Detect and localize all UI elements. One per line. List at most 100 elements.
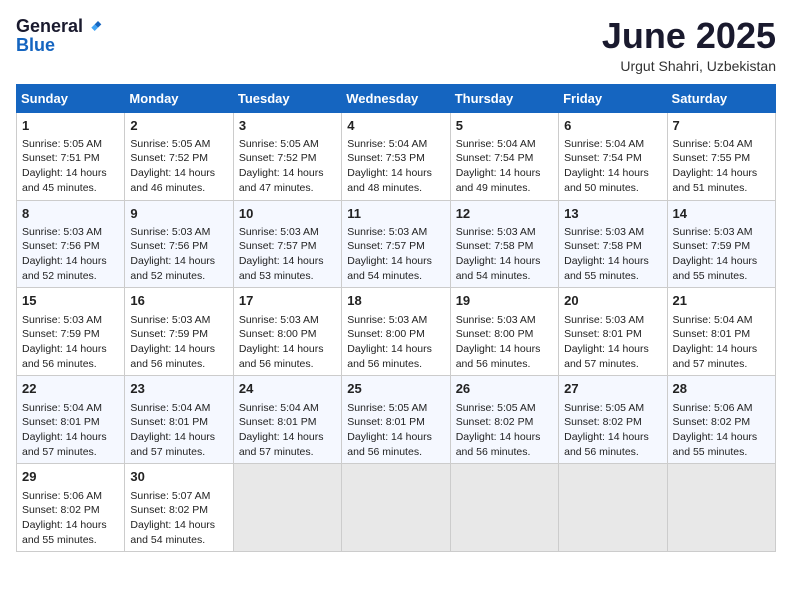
- table-row: 2 Sunrise: 5:05 AMSunset: 7:52 PMDaylight…: [125, 112, 233, 200]
- col-wednesday: Wednesday: [342, 84, 450, 112]
- table-row: 14 Sunrise: 5:03 AMSunset: 7:59 PMDayligh…: [667, 200, 775, 288]
- calendar-week-row: 8 Sunrise: 5:03 AMSunset: 7:56 PMDaylight…: [17, 200, 776, 288]
- logo-blue: Blue: [16, 35, 55, 55]
- day-number: 4: [347, 117, 444, 135]
- header-row: Sunday Monday Tuesday Wednesday Thursday…: [17, 84, 776, 112]
- table-row: 5 Sunrise: 5:04 AMSunset: 7:54 PMDaylight…: [450, 112, 558, 200]
- table-row: [667, 464, 775, 552]
- table-row: 13 Sunrise: 5:03 AMSunset: 7:58 PMDayligh…: [559, 200, 667, 288]
- day-info: Sunrise: 5:03 AMSunset: 7:58 PMDaylight:…: [564, 226, 649, 282]
- day-info: Sunrise: 5:03 AMSunset: 7:59 PMDaylight:…: [22, 314, 107, 370]
- day-number: 8: [22, 205, 119, 223]
- day-number: 14: [673, 205, 770, 223]
- logo: General Blue: [16, 16, 103, 56]
- day-info: Sunrise: 5:05 AMSunset: 7:51 PMDaylight:…: [22, 138, 107, 194]
- table-row: 24 Sunrise: 5:04 AMSunset: 8:01 PMDayligh…: [233, 376, 341, 464]
- day-number: 29: [22, 468, 119, 486]
- table-row: 15 Sunrise: 5:03 AMSunset: 7:59 PMDayligh…: [17, 288, 125, 376]
- day-info: Sunrise: 5:05 AMSunset: 8:02 PMDaylight:…: [564, 402, 649, 458]
- day-info: Sunrise: 5:04 AMSunset: 8:01 PMDaylight:…: [673, 314, 758, 370]
- table-row: 19Sunrise: 5:03 AMSunset: 8:00 PMDayligh…: [450, 288, 558, 376]
- day-info: Sunrise: 5:03 AMSunset: 7:58 PMDaylight:…: [456, 226, 541, 282]
- day-number: 20: [564, 292, 661, 310]
- day-number: 17: [239, 292, 336, 310]
- day-info: Sunrise: 5:04 AMSunset: 7:55 PMDaylight:…: [673, 138, 758, 194]
- day-info: Sunrise: 5:04 AMSunset: 7:53 PMDaylight:…: [347, 138, 432, 194]
- day-info: Sunrise: 5:03 AMSunset: 7:59 PMDaylight:…: [673, 226, 758, 282]
- day-number: 13: [564, 205, 661, 223]
- table-row: 8 Sunrise: 5:03 AMSunset: 7:56 PMDaylight…: [17, 200, 125, 288]
- day-info: Sunrise: 5:04 AMSunset: 7:54 PMDaylight:…: [564, 138, 649, 194]
- table-row: 28 Sunrise: 5:06 AMSunset: 8:02 PMDayligh…: [667, 376, 775, 464]
- day-info: Sunrise: 5:03 AMSunset: 7:57 PMDaylight:…: [239, 226, 324, 282]
- table-row: 10 Sunrise: 5:03 AMSunset: 7:57 PMDayligh…: [233, 200, 341, 288]
- col-tuesday: Tuesday: [233, 84, 341, 112]
- day-number: 3: [239, 117, 336, 135]
- col-monday: Monday: [125, 84, 233, 112]
- day-info: Sunrise: 5:03 AMSunset: 8:00 PMDaylight:…: [347, 314, 432, 370]
- table-row: [233, 464, 341, 552]
- table-row: 17 Sunrise: 5:03 AMSunset: 8:00 PMDayligh…: [233, 288, 341, 376]
- day-number: 1: [22, 117, 119, 135]
- logo-icon: [83, 16, 103, 36]
- day-info: Sunrise: 5:05 AMSunset: 8:01 PMDaylight:…: [347, 402, 432, 458]
- table-row: 4 Sunrise: 5:04 AMSunset: 7:53 PMDaylight…: [342, 112, 450, 200]
- page-header: General Blue June 2025 Urgut Shahri, Uzb…: [16, 16, 776, 74]
- day-number: 5: [456, 117, 553, 135]
- day-info: Sunrise: 5:03 AMSunset: 7:59 PMDaylight:…: [130, 314, 215, 370]
- calendar-table: Sunday Monday Tuesday Wednesday Thursday…: [16, 84, 776, 553]
- table-row: 29Sunrise: 5:06 AMSunset: 8:02 PMDayligh…: [17, 464, 125, 552]
- calendar-subtitle: Urgut Shahri, Uzbekistan: [602, 58, 776, 74]
- table-row: [342, 464, 450, 552]
- calendar-week-row: 29Sunrise: 5:06 AMSunset: 8:02 PMDayligh…: [17, 464, 776, 552]
- table-row: 23Sunrise: 5:04 AMSunset: 8:01 PMDayligh…: [125, 376, 233, 464]
- day-number: 11: [347, 205, 444, 223]
- day-info: Sunrise: 5:03 AMSunset: 8:00 PMDaylight:…: [239, 314, 324, 370]
- day-info: Sunrise: 5:04 AMSunset: 8:01 PMDaylight:…: [130, 402, 215, 458]
- table-row: 12Sunrise: 5:03 AMSunset: 7:58 PMDayligh…: [450, 200, 558, 288]
- day-info: Sunrise: 5:05 AMSunset: 8:02 PMDaylight:…: [456, 402, 541, 458]
- day-info: Sunrise: 5:05 AMSunset: 7:52 PMDaylight:…: [130, 138, 215, 194]
- table-row: 22Sunrise: 5:04 AMSunset: 8:01 PMDayligh…: [17, 376, 125, 464]
- day-number: 30: [130, 468, 227, 486]
- day-number: 7: [673, 117, 770, 135]
- day-number: 16: [130, 292, 227, 310]
- day-info: Sunrise: 5:03 AMSunset: 7:56 PMDaylight:…: [130, 226, 215, 282]
- day-number: 10: [239, 205, 336, 223]
- day-number: 28: [673, 380, 770, 398]
- table-row: 16 Sunrise: 5:03 AMSunset: 7:59 PMDayligh…: [125, 288, 233, 376]
- table-row: 26Sunrise: 5:05 AMSunset: 8:02 PMDayligh…: [450, 376, 558, 464]
- day-number: 6: [564, 117, 661, 135]
- day-number: 15: [22, 292, 119, 310]
- day-info: Sunrise: 5:04 AMSunset: 7:54 PMDaylight:…: [456, 138, 541, 194]
- day-number: 25: [347, 380, 444, 398]
- table-row: 27Sunrise: 5:05 AMSunset: 8:02 PMDayligh…: [559, 376, 667, 464]
- day-info: Sunrise: 5:07 AMSunset: 8:02 PMDaylight:…: [130, 490, 215, 546]
- day-info: Sunrise: 5:03 AMSunset: 7:57 PMDaylight:…: [347, 226, 432, 282]
- table-row: 3Sunrise: 5:05 AMSunset: 7:52 PMDaylight…: [233, 112, 341, 200]
- day-info: Sunrise: 5:03 AMSunset: 8:01 PMDaylight:…: [564, 314, 649, 370]
- day-number: 19: [456, 292, 553, 310]
- table-row: [450, 464, 558, 552]
- day-number: 24: [239, 380, 336, 398]
- col-saturday: Saturday: [667, 84, 775, 112]
- day-info: Sunrise: 5:06 AMSunset: 8:02 PMDaylight:…: [673, 402, 758, 458]
- table-row: 11 Sunrise: 5:03 AMSunset: 7:57 PMDayligh…: [342, 200, 450, 288]
- calendar-week-row: 1 Sunrise: 5:05 AMSunset: 7:51 PMDaylight…: [17, 112, 776, 200]
- title-area: June 2025 Urgut Shahri, Uzbekistan: [602, 16, 776, 74]
- day-number: 21: [673, 292, 770, 310]
- table-row: 18Sunrise: 5:03 AMSunset: 8:00 PMDayligh…: [342, 288, 450, 376]
- calendar-week-row: 15 Sunrise: 5:03 AMSunset: 7:59 PMDayligh…: [17, 288, 776, 376]
- day-number: 22: [22, 380, 119, 398]
- day-info: Sunrise: 5:04 AMSunset: 8:01 PMDaylight:…: [239, 402, 324, 458]
- logo-general: General: [16, 17, 83, 35]
- day-info: Sunrise: 5:03 AMSunset: 7:56 PMDaylight:…: [22, 226, 107, 282]
- col-thursday: Thursday: [450, 84, 558, 112]
- table-row: 7 Sunrise: 5:04 AMSunset: 7:55 PMDaylight…: [667, 112, 775, 200]
- col-friday: Friday: [559, 84, 667, 112]
- table-row: 25 Sunrise: 5:05 AMSunset: 8:01 PMDayligh…: [342, 376, 450, 464]
- col-sunday: Sunday: [17, 84, 125, 112]
- table-row: 9Sunrise: 5:03 AMSunset: 7:56 PMDaylight…: [125, 200, 233, 288]
- table-row: [559, 464, 667, 552]
- day-number: 2: [130, 117, 227, 135]
